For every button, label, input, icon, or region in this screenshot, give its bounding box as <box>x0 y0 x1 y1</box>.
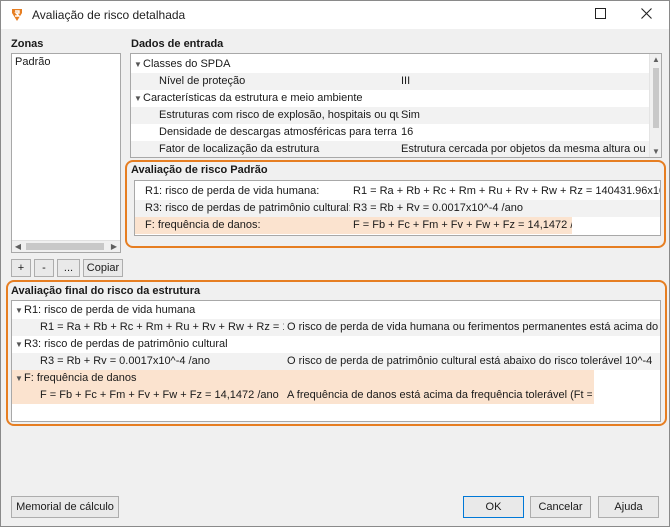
standard-risk-highlight-frame <box>125 160 666 248</box>
property-row[interactable]: Densidade de descargas atmosféricas para… <box>131 124 649 141</box>
zones-list[interactable]: Padrão ◀ ▶ <box>11 53 121 253</box>
ok-button[interactable]: OK <box>463 496 524 518</box>
close-icon <box>640 8 652 22</box>
calculation-memorial-button[interactable]: Memorial de cálculo <box>11 496 119 518</box>
zones-heading: Zonas <box>11 38 44 50</box>
scroll-up-icon[interactable]: ▲ <box>650 54 661 65</box>
input-data-heading: Dados de entrada <box>131 38 224 50</box>
zones-horizontal-scrollbar[interactable]: ◀ ▶ <box>12 240 120 252</box>
property-row[interactable]: ▼Características da estrutura e meio amb… <box>131 90 649 107</box>
property-row[interactable]: Nível de proteção III <box>131 73 649 90</box>
remove-zone-button[interactable]: - <box>34 259 54 277</box>
scroll-right-icon[interactable]: ▶ <box>108 241 120 252</box>
maximize-icon <box>594 8 606 22</box>
cancel-button[interactable]: Cancelar <box>530 496 591 518</box>
maximize-button[interactable] <box>577 1 623 29</box>
dialog-window: Avaliação de risco detalhada Zonas Padrã… <box>0 0 670 527</box>
zones-list-item[interactable]: Padrão <box>12 54 120 70</box>
title-bar: Avaliação de risco detalhada <box>1 1 669 29</box>
input-data-vertical-scrollbar[interactable]: ▲ ▼ <box>649 54 661 157</box>
scroll-thumb[interactable] <box>653 68 659 128</box>
copy-zone-button[interactable]: Copiar <box>83 259 123 277</box>
collapse-arrow-icon[interactable]: ▼ <box>134 56 143 73</box>
more-zone-button[interactable]: ... <box>57 259 80 277</box>
scroll-left-icon[interactable]: ◀ <box>12 241 24 252</box>
collapse-arrow-icon[interactable]: ▼ <box>134 90 143 107</box>
property-row[interactable]: ▼Classes do SPDA <box>131 56 649 73</box>
close-button[interactable] <box>623 1 669 29</box>
window-title: Avaliação de risco detalhada <box>32 8 186 22</box>
property-row[interactable]: Estruturas com risco de explosão, hospit… <box>131 107 649 124</box>
final-risk-highlight-frame <box>6 280 667 426</box>
property-row[interactable]: Fator de localização da estrutura Estrut… <box>131 141 649 157</box>
scroll-thumb[interactable] <box>26 243 104 250</box>
help-button[interactable]: Ajuda <box>598 496 659 518</box>
scroll-down-icon[interactable]: ▼ <box>650 146 661 157</box>
input-data-grid: ▼Classes do SPDA Nível de proteção III ▼… <box>130 53 662 158</box>
add-zone-button[interactable]: + <box>11 259 31 277</box>
app-logo-icon <box>9 7 25 23</box>
